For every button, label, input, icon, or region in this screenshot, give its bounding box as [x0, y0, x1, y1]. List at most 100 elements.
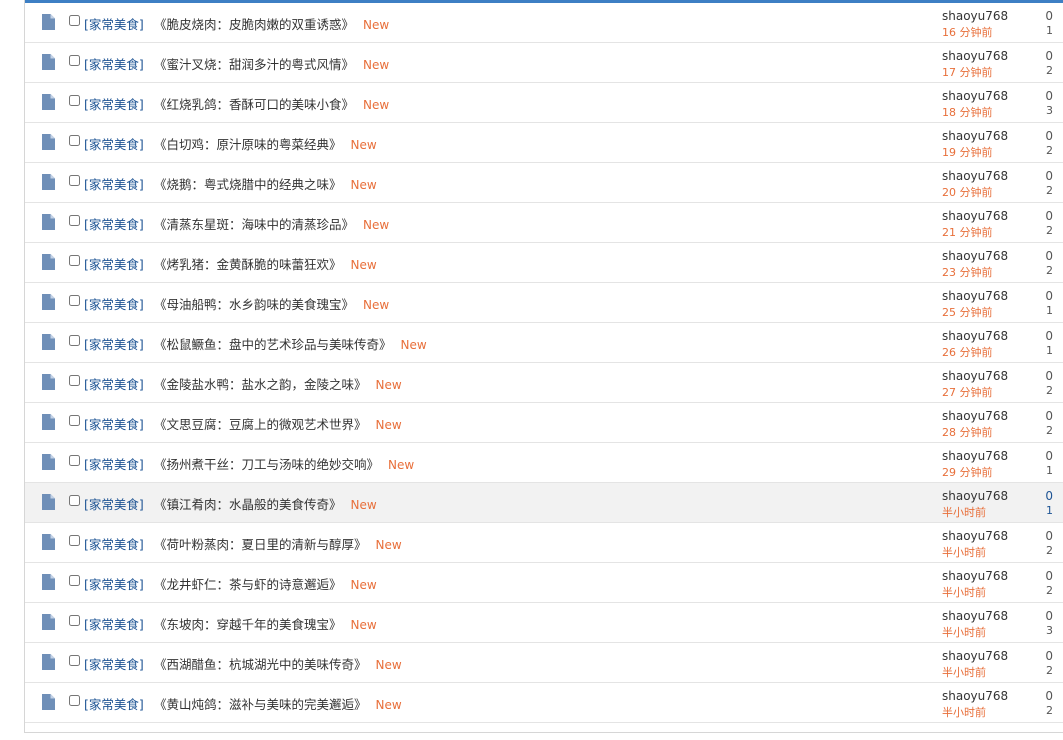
reply-count[interactable]: 0: [1045, 89, 1053, 103]
thread-title-link[interactable]: 《白切鸡：原汁原味的粤菜经典》: [154, 137, 342, 152]
category-tag[interactable]: [家常美食]: [84, 494, 144, 513]
author-name[interactable]: shaoyu768: [942, 289, 1008, 303]
author-name[interactable]: shaoyu768: [942, 529, 1008, 543]
document-icon[interactable]: [42, 14, 55, 30]
document-icon[interactable]: [42, 494, 55, 510]
row-checkbox[interactable]: [69, 575, 80, 586]
document-icon[interactable]: [42, 294, 55, 310]
row-checkbox[interactable]: [69, 615, 80, 626]
document-icon[interactable]: [42, 254, 55, 270]
document-icon[interactable]: [42, 414, 55, 430]
category-tag[interactable]: [家常美食]: [84, 54, 144, 73]
category-tag[interactable]: [家常美食]: [84, 574, 144, 593]
reply-count[interactable]: 0: [1045, 569, 1053, 583]
reply-count[interactable]: 0: [1045, 49, 1053, 63]
document-icon[interactable]: [42, 374, 55, 390]
category-tag[interactable]: [家常美食]: [84, 614, 144, 633]
reply-count[interactable]: 0: [1045, 209, 1053, 223]
author-name[interactable]: shaoyu768: [942, 649, 1008, 663]
document-icon[interactable]: [42, 454, 55, 470]
author-name[interactable]: shaoyu768: [942, 169, 1008, 183]
category-tag[interactable]: [家常美食]: [84, 254, 144, 273]
reply-count[interactable]: 0: [1045, 689, 1053, 703]
category-tag[interactable]: [家常美食]: [84, 214, 144, 233]
row-checkbox[interactable]: [69, 135, 80, 146]
document-icon[interactable]: [42, 694, 55, 710]
category-tag[interactable]: [家常美食]: [84, 14, 144, 33]
reply-count[interactable]: 0: [1045, 169, 1053, 183]
category-tag[interactable]: [家常美食]: [84, 694, 144, 713]
thread-title-link[interactable]: 《西湖醋鱼：杭城湖光中的美味传奇》: [154, 657, 367, 672]
category-tag[interactable]: [家常美食]: [84, 414, 144, 433]
document-icon[interactable]: [42, 574, 55, 590]
row-checkbox[interactable]: [69, 695, 80, 706]
author-name[interactable]: shaoyu768: [942, 569, 1008, 583]
reply-count[interactable]: 0: [1045, 449, 1053, 463]
author-name[interactable]: shaoyu768: [942, 49, 1008, 63]
author-name[interactable]: shaoyu768: [942, 409, 1008, 423]
row-checkbox[interactable]: [69, 375, 80, 386]
thread-title-link[interactable]: 《脆皮烧肉：皮脆肉嫩的双重诱惑》: [154, 17, 354, 32]
thread-title-link[interactable]: 《镇江肴肉：水晶般的美食传奇》: [154, 497, 342, 512]
author-name[interactable]: shaoyu768: [942, 369, 1008, 383]
row-checkbox[interactable]: [69, 455, 80, 466]
row-checkbox[interactable]: [69, 295, 80, 306]
document-icon[interactable]: [42, 94, 55, 110]
row-checkbox[interactable]: [69, 535, 80, 546]
reply-count[interactable]: 0: [1045, 289, 1053, 303]
thread-title-link[interactable]: 《烤乳猪：金黄酥脆的味蕾狂欢》: [154, 257, 342, 272]
reply-count[interactable]: 0: [1045, 369, 1053, 383]
thread-title-link[interactable]: 《荷叶粉蒸肉：夏日里的清新与醇厚》: [154, 537, 367, 552]
thread-title-link[interactable]: 《金陵盐水鸭：盐水之韵，金陵之味》: [154, 377, 367, 392]
thread-title-link[interactable]: 《蜜汁叉烧：甜润多汁的粤式风情》: [154, 57, 354, 72]
category-tag[interactable]: [家常美食]: [84, 654, 144, 673]
row-checkbox[interactable]: [69, 175, 80, 186]
thread-title-link[interactable]: 《松鼠鳜鱼：盘中的艺术珍品与美味传奇》: [154, 337, 392, 352]
category-tag[interactable]: [家常美食]: [84, 334, 144, 353]
reply-count[interactable]: 0: [1045, 489, 1053, 503]
author-name[interactable]: shaoyu768: [942, 329, 1008, 343]
row-checkbox[interactable]: [69, 95, 80, 106]
category-tag[interactable]: [家常美食]: [84, 94, 144, 113]
row-checkbox[interactable]: [69, 335, 80, 346]
row-checkbox[interactable]: [69, 655, 80, 666]
document-icon[interactable]: [42, 654, 55, 670]
row-checkbox[interactable]: [69, 255, 80, 266]
thread-title-link[interactable]: 《东坡肉：穿越千年的美食瑰宝》: [154, 617, 342, 632]
thread-title-link[interactable]: 《红烧乳鸽：香酥可口的美味小食》: [154, 97, 354, 112]
category-tag[interactable]: [家常美食]: [84, 534, 144, 553]
document-icon[interactable]: [42, 614, 55, 630]
category-tag[interactable]: [家常美食]: [84, 294, 144, 313]
category-tag[interactable]: [家常美食]: [84, 374, 144, 393]
reply-count[interactable]: 0: [1045, 409, 1053, 423]
row-checkbox[interactable]: [69, 415, 80, 426]
author-name[interactable]: shaoyu768: [942, 129, 1008, 143]
row-checkbox[interactable]: [69, 15, 80, 26]
thread-title-link[interactable]: 《黄山炖鸽：滋补与美味的完美邂逅》: [154, 697, 367, 712]
thread-title-link[interactable]: 《文思豆腐：豆腐上的微观艺术世界》: [154, 417, 367, 432]
document-icon[interactable]: [42, 334, 55, 350]
author-name[interactable]: shaoyu768: [942, 689, 1008, 703]
thread-title-link[interactable]: 《龙井虾仁：茶与虾的诗意邂逅》: [154, 577, 342, 592]
author-name[interactable]: shaoyu768: [942, 249, 1008, 263]
document-icon[interactable]: [42, 534, 55, 550]
reply-count[interactable]: 0: [1045, 649, 1053, 663]
author-name[interactable]: shaoyu768: [942, 609, 1008, 623]
reply-count[interactable]: 0: [1045, 129, 1053, 143]
reply-count[interactable]: 0: [1045, 9, 1053, 23]
author-name[interactable]: shaoyu768: [942, 209, 1008, 223]
document-icon[interactable]: [42, 174, 55, 190]
author-name[interactable]: shaoyu768: [942, 449, 1008, 463]
document-icon[interactable]: [42, 214, 55, 230]
document-icon[interactable]: [42, 134, 55, 150]
thread-title-link[interactable]: 《母油船鸭：水乡韵味的美食瑰宝》: [154, 297, 354, 312]
row-checkbox[interactable]: [69, 55, 80, 66]
row-checkbox[interactable]: [69, 215, 80, 226]
thread-title-link[interactable]: 《烧鹅：粤式烧腊中的经典之味》: [154, 177, 342, 192]
category-tag[interactable]: [家常美食]: [84, 454, 144, 473]
reply-count[interactable]: 0: [1045, 249, 1053, 263]
row-checkbox[interactable]: [69, 495, 80, 506]
category-tag[interactable]: [家常美食]: [84, 174, 144, 193]
reply-count[interactable]: 0: [1045, 329, 1053, 343]
thread-title-link[interactable]: 《扬州煮干丝：刀工与汤味的绝妙交响》: [154, 457, 379, 472]
